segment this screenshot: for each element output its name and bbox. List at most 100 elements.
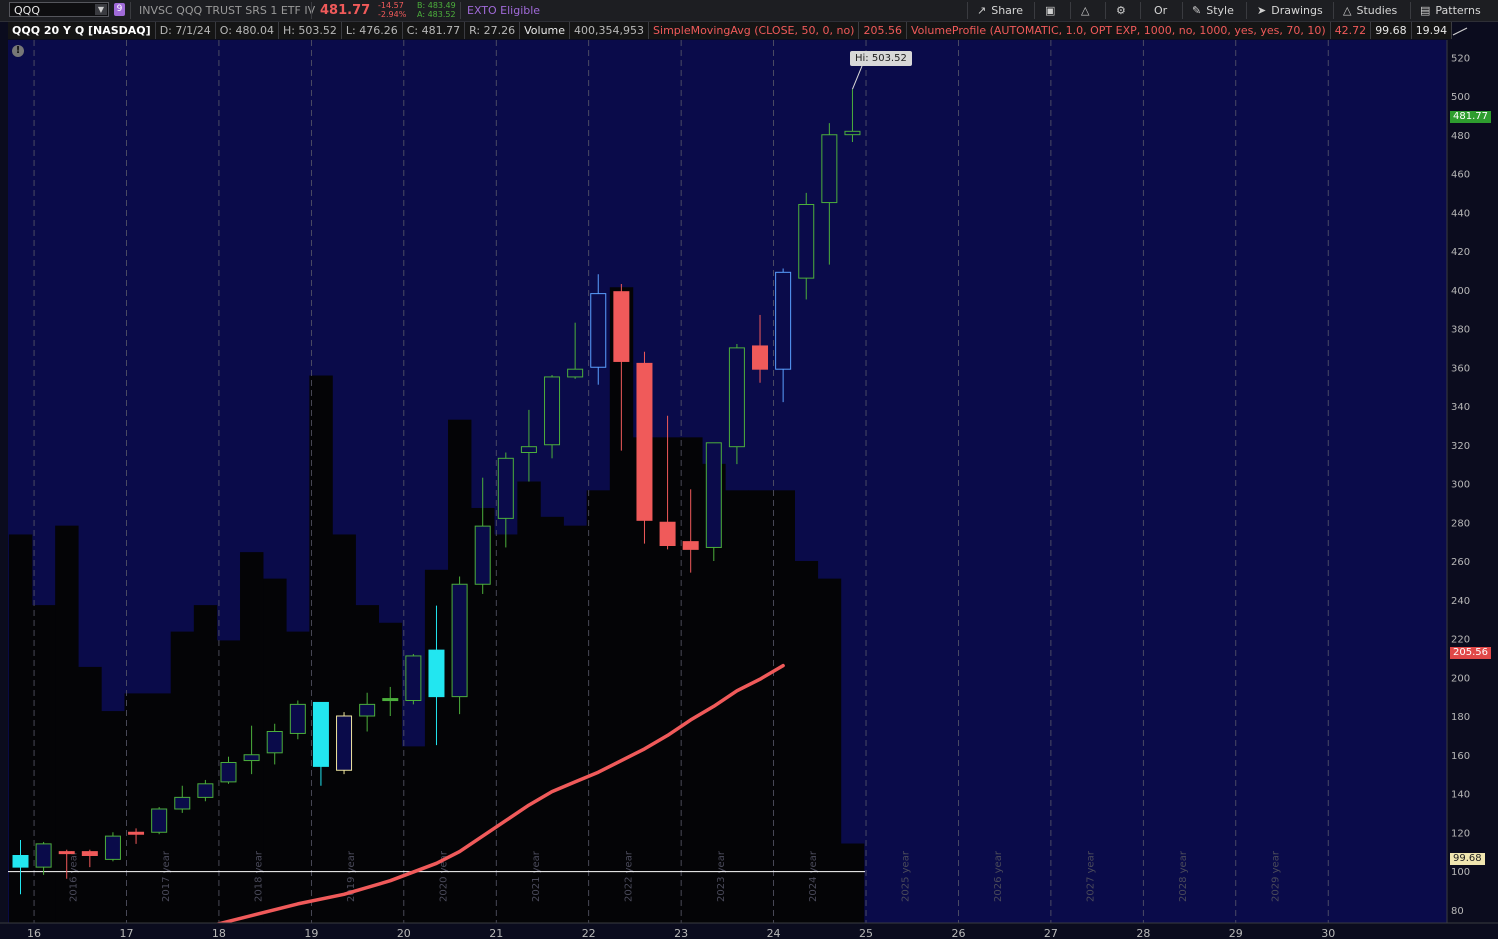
candle-body <box>520 446 537 453</box>
year-label: 2027 year <box>1086 850 1097 902</box>
price-tick-label: 520 <box>1451 53 1470 64</box>
info-low: L: 476.26 <box>341 22 403 39</box>
volume-bar <box>193 605 218 923</box>
price-axis: 80 100 120 140 160 180 200 220 240 260 280 300 320 34… <box>1446 40 1498 923</box>
volume-bar <box>101 711 125 923</box>
chart-title: QQQ 20 Y Q [NASDAQ] <box>8 22 156 39</box>
candle <box>104 832 121 862</box>
price-tick-label: 240 <box>1451 596 1470 607</box>
time-tick-label: 25 <box>859 927 873 939</box>
volume-profile-label[interactable]: VolumeProfile (AUTOMATIC, 1.0, OPT EXP, … <box>906 22 1331 39</box>
candle-body <box>81 851 98 856</box>
year-label: 2029 year <box>1270 850 1281 902</box>
vp-value-1: 42.72 <box>1330 22 1372 39</box>
candle-body <box>174 796 191 810</box>
price-chart[interactable]: 2015 year2016 year2017 year2018 year2019… <box>0 0 1498 939</box>
candle-body <box>405 655 422 701</box>
candle-body <box>128 831 145 835</box>
candle-body <box>682 541 699 550</box>
candle-body <box>312 701 329 767</box>
info-open: O: 480.04 <box>215 22 279 39</box>
price-tick-label: 380 <box>1451 325 1470 336</box>
price-tick-label: 260 <box>1451 557 1470 568</box>
candle-body <box>104 835 121 860</box>
axis-scale-icon <box>1452 27 1468 36</box>
candle-body <box>544 376 561 446</box>
volume-study-label[interactable]: Volume <box>520 22 571 39</box>
time-tick-label: 23 <box>674 927 688 939</box>
year-label: 2017 year <box>161 850 172 902</box>
candle-body <box>590 293 607 368</box>
volume-bar <box>124 693 148 923</box>
price-tick-label: 200 <box>1451 673 1470 684</box>
chart-info-bar: QQQ 20 Y Q [NASDAQ] D: 7/1/24 O: 480.04 H: … <box>8 22 1453 39</box>
candle-body <box>243 754 260 762</box>
price-tick-label: 360 <box>1451 363 1470 374</box>
candle <box>336 712 353 775</box>
info-range: R: 27.26 <box>465 22 521 39</box>
volume-bar <box>401 746 426 923</box>
candle-body <box>382 698 399 702</box>
time-tick-label: 16 <box>27 927 41 939</box>
time-tick-label: 30 <box>1321 927 1335 939</box>
candle-body <box>58 851 75 855</box>
candle <box>405 654 422 705</box>
volume-bar <box>170 631 195 923</box>
price-tick-label: 340 <box>1451 402 1470 413</box>
candle-body <box>752 345 769 370</box>
time-tick-label: 26 <box>951 927 965 939</box>
volume-bar <box>771 490 795 923</box>
price-tick-label: 480 <box>1451 131 1470 142</box>
sma-study-label[interactable]: SimpleMovingAvg (CLOSE, 50, 0, no) <box>649 22 860 39</box>
time-tick-label: 28 <box>1136 927 1150 939</box>
candle <box>451 576 468 715</box>
year-label: 2021 year <box>531 850 542 902</box>
volume-bar <box>840 843 865 923</box>
candle-body <box>567 368 584 378</box>
price-tick-label: 180 <box>1451 712 1470 723</box>
candle-body <box>705 442 722 548</box>
candle-body <box>220 762 237 783</box>
high-bubble-label: Hi: 503.52 <box>850 51 912 66</box>
alert-icon[interactable]: ! <box>12 45 24 57</box>
candle-body <box>35 843 52 868</box>
candle-body <box>336 715 353 771</box>
candle-body <box>428 649 445 698</box>
time-tick-label: 29 <box>1229 927 1243 939</box>
candle-body <box>798 204 815 279</box>
price-tick-label: 120 <box>1451 828 1470 839</box>
sma-price-tag: 205.56 <box>1450 647 1491 659</box>
candle-body <box>474 525 491 585</box>
vp-value-3: 19.94 <box>1411 22 1453 39</box>
info-high: H: 503.52 <box>278 22 342 39</box>
time-tick-label: 17 <box>119 927 133 939</box>
price-tick-label: 460 <box>1451 170 1470 181</box>
volume-bar <box>748 490 772 923</box>
price-tick-label: 160 <box>1451 751 1470 762</box>
candle-body <box>844 130 861 136</box>
info-date: D: 7/1/24 <box>155 22 216 39</box>
price-tick-label: 500 <box>1451 92 1470 103</box>
time-axis: 16 17 18 19 20 21 22 23 24 25 26 27 28 29 30 <box>0 922 1498 939</box>
year-label: 2016 year <box>69 850 80 902</box>
volume-bar <box>540 516 564 923</box>
candle-body <box>289 703 306 734</box>
volume-bar <box>725 490 749 923</box>
year-label: 2028 year <box>1178 850 1189 902</box>
candle <box>151 807 168 835</box>
volume-bar <box>586 490 611 923</box>
time-tick-label: 20 <box>397 927 411 939</box>
last-price-tag: 481.77 <box>1450 111 1491 123</box>
volume-bar <box>563 525 587 923</box>
candle-body <box>728 347 745 448</box>
candle-body <box>659 521 676 546</box>
candle-body <box>359 703 376 717</box>
candle-body <box>451 583 468 698</box>
candle-body <box>151 808 168 833</box>
time-tick-label: 21 <box>489 927 503 939</box>
volume-bar <box>32 605 56 923</box>
candle-body <box>497 457 514 519</box>
candle-body <box>775 271 792 370</box>
time-tick-label: 27 <box>1044 927 1058 939</box>
price-tick-label: 440 <box>1451 208 1470 219</box>
